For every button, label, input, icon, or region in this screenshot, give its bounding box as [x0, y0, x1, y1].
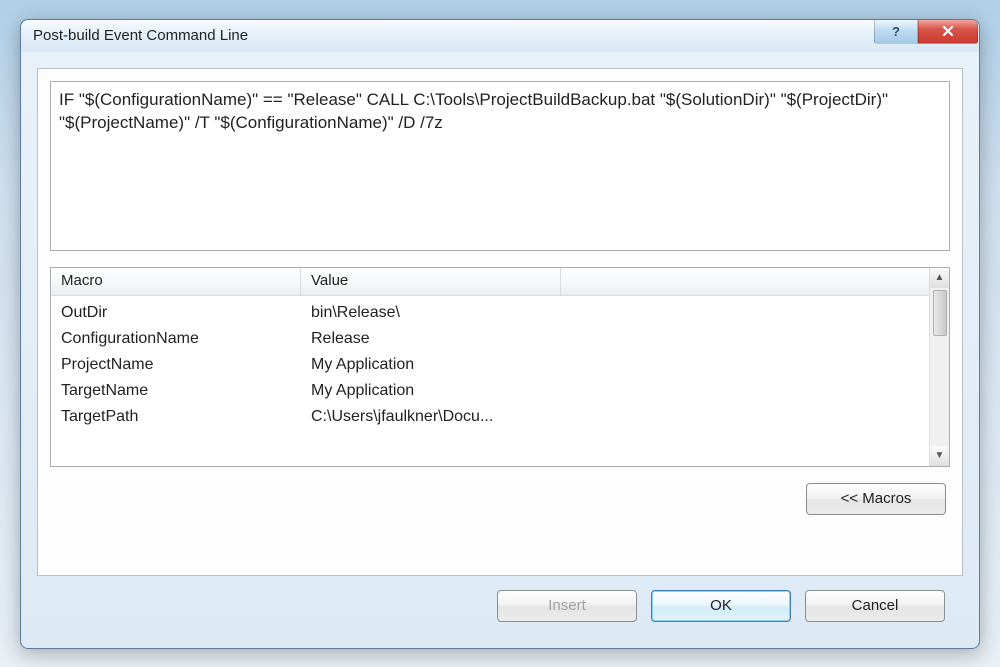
titlebar-buttons: ?	[874, 20, 979, 52]
macro-value: Release	[311, 330, 919, 348]
dialog-window: Post-build Event Command Line ? Macro Va…	[20, 19, 980, 649]
window-title: Post-build Event Command Line	[33, 27, 874, 44]
dialog-body: Macro Value OutDir bin\Release\ Configur…	[21, 52, 979, 648]
scroll-thumb[interactable]	[933, 290, 947, 336]
macro-value: My Application	[311, 356, 919, 374]
ok-button[interactable]: OK	[651, 590, 791, 622]
table-row[interactable]: ProjectName My Application	[51, 352, 929, 378]
titlebar: Post-build Event Command Line ?	[21, 20, 979, 52]
scroll-down-icon[interactable]: ▼	[930, 446, 949, 466]
table-row[interactable]: TargetName My Application	[51, 378, 929, 404]
column-header-macro[interactable]: Macro	[51, 268, 301, 295]
table-row[interactable]: OutDir bin\Release\	[51, 300, 929, 326]
macros-toggle-button[interactable]: << Macros	[806, 483, 946, 515]
macros-button-row: << Macros	[50, 483, 950, 515]
macro-name: ConfigurationName	[61, 330, 311, 348]
help-icon: ?	[892, 24, 900, 39]
table-row[interactable]: TargetPath C:\Users\jfaulkner\Docu...	[51, 404, 929, 430]
macro-name: OutDir	[61, 304, 311, 322]
macro-table-rows: OutDir bin\Release\ ConfigurationName Re…	[51, 296, 929, 434]
macro-table: Macro Value OutDir bin\Release\ Configur…	[50, 267, 950, 467]
macro-value: My Application	[311, 382, 919, 400]
close-button[interactable]	[918, 20, 978, 44]
close-icon	[941, 24, 955, 38]
macro-name: TargetName	[61, 382, 311, 400]
insert-button[interactable]: Insert	[497, 590, 637, 622]
macro-table-header: Macro Value	[51, 268, 929, 296]
table-scrollbar[interactable]: ▲ ▼	[929, 268, 949, 466]
cancel-button[interactable]: Cancel	[805, 590, 945, 622]
scroll-up-icon[interactable]: ▲	[930, 268, 949, 288]
content-frame: Macro Value OutDir bin\Release\ Configur…	[37, 68, 963, 576]
macro-name: TargetPath	[61, 408, 311, 426]
help-button[interactable]: ?	[874, 20, 918, 44]
table-row[interactable]: ConfigurationName Release	[51, 326, 929, 352]
dialog-button-row: Insert OK Cancel	[37, 576, 963, 636]
command-line-textarea[interactable]	[50, 81, 950, 251]
macro-table-content: Macro Value OutDir bin\Release\ Configur…	[51, 268, 929, 466]
column-header-value[interactable]: Value	[301, 268, 561, 295]
macro-name: ProjectName	[61, 356, 311, 374]
macro-value: C:\Users\jfaulkner\Docu...	[311, 408, 919, 426]
macro-value: bin\Release\	[311, 304, 919, 322]
column-header-empty	[561, 268, 929, 295]
